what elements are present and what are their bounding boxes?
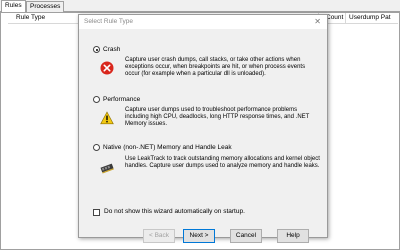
- error-icon: [100, 61, 114, 75]
- warning-icon: [100, 111, 114, 125]
- column-rule-type[interactable]: Rule Type: [16, 14, 45, 22]
- cancel-button[interactable]: Cancel: [230, 229, 262, 243]
- tab-strip: Rules Processes: [0, 0, 400, 13]
- select-rule-type-dialog: Select Rule Type ✕ Crash Capture user cr…: [78, 14, 328, 243]
- column-userdump-path[interactable]: Userdump Pat: [349, 14, 391, 22]
- radio-native-memory-label[interactable]: Native (non-.NET) Memory and Handle Leak: [103, 144, 232, 152]
- radio-crash-button[interactable]: [93, 46, 100, 53]
- column-count[interactable]: Count: [326, 14, 343, 22]
- performance-description: Capture user dumps used to troubleshoot …: [125, 107, 310, 128]
- radio-native-memory-button[interactable]: [93, 144, 100, 151]
- rule-type-panel: Crash Capture user crash dumps, call sta…: [79, 29, 327, 206]
- radio-crash-label[interactable]: Crash: [103, 46, 120, 54]
- wizard-startup-label[interactable]: Do not show this wizard automatically on…: [104, 208, 245, 216]
- crash-description: Capture user crash dumps, call stacks, o…: [125, 57, 306, 78]
- back-button[interactable]: < Back: [143, 229, 175, 243]
- dialog-titlebar[interactable]: Select Rule Type ✕: [79, 15, 327, 29]
- radio-native-memory[interactable]: Native (non-.NET) Memory and Handle Leak: [93, 143, 232, 152]
- memory-chip-icon: [100, 163, 114, 174]
- tab-processes-label: Processes: [30, 3, 61, 10]
- wizard-startup-option[interactable]: Do not show this wizard automatically on…: [93, 208, 245, 216]
- radio-crash[interactable]: Crash: [93, 45, 120, 54]
- tab-rules-label: Rules: [5, 2, 22, 9]
- next-button[interactable]: Next >: [183, 229, 215, 243]
- tab-processes[interactable]: Processes: [26, 1, 65, 12]
- radio-performance-button[interactable]: [93, 96, 100, 103]
- wizard-startup-checkbox[interactable]: [93, 208, 100, 216]
- dialog-title: Select Rule Type: [84, 18, 134, 25]
- close-icon[interactable]: ✕: [314, 17, 321, 26]
- column-separator: [345, 13, 346, 23]
- radio-performance[interactable]: Performance: [93, 95, 140, 104]
- radio-performance-label[interactable]: Performance: [103, 96, 140, 104]
- help-button[interactable]: Help: [277, 229, 309, 243]
- native-memory-description: Use LeakTrack to track outstanding memor…: [125, 156, 320, 170]
